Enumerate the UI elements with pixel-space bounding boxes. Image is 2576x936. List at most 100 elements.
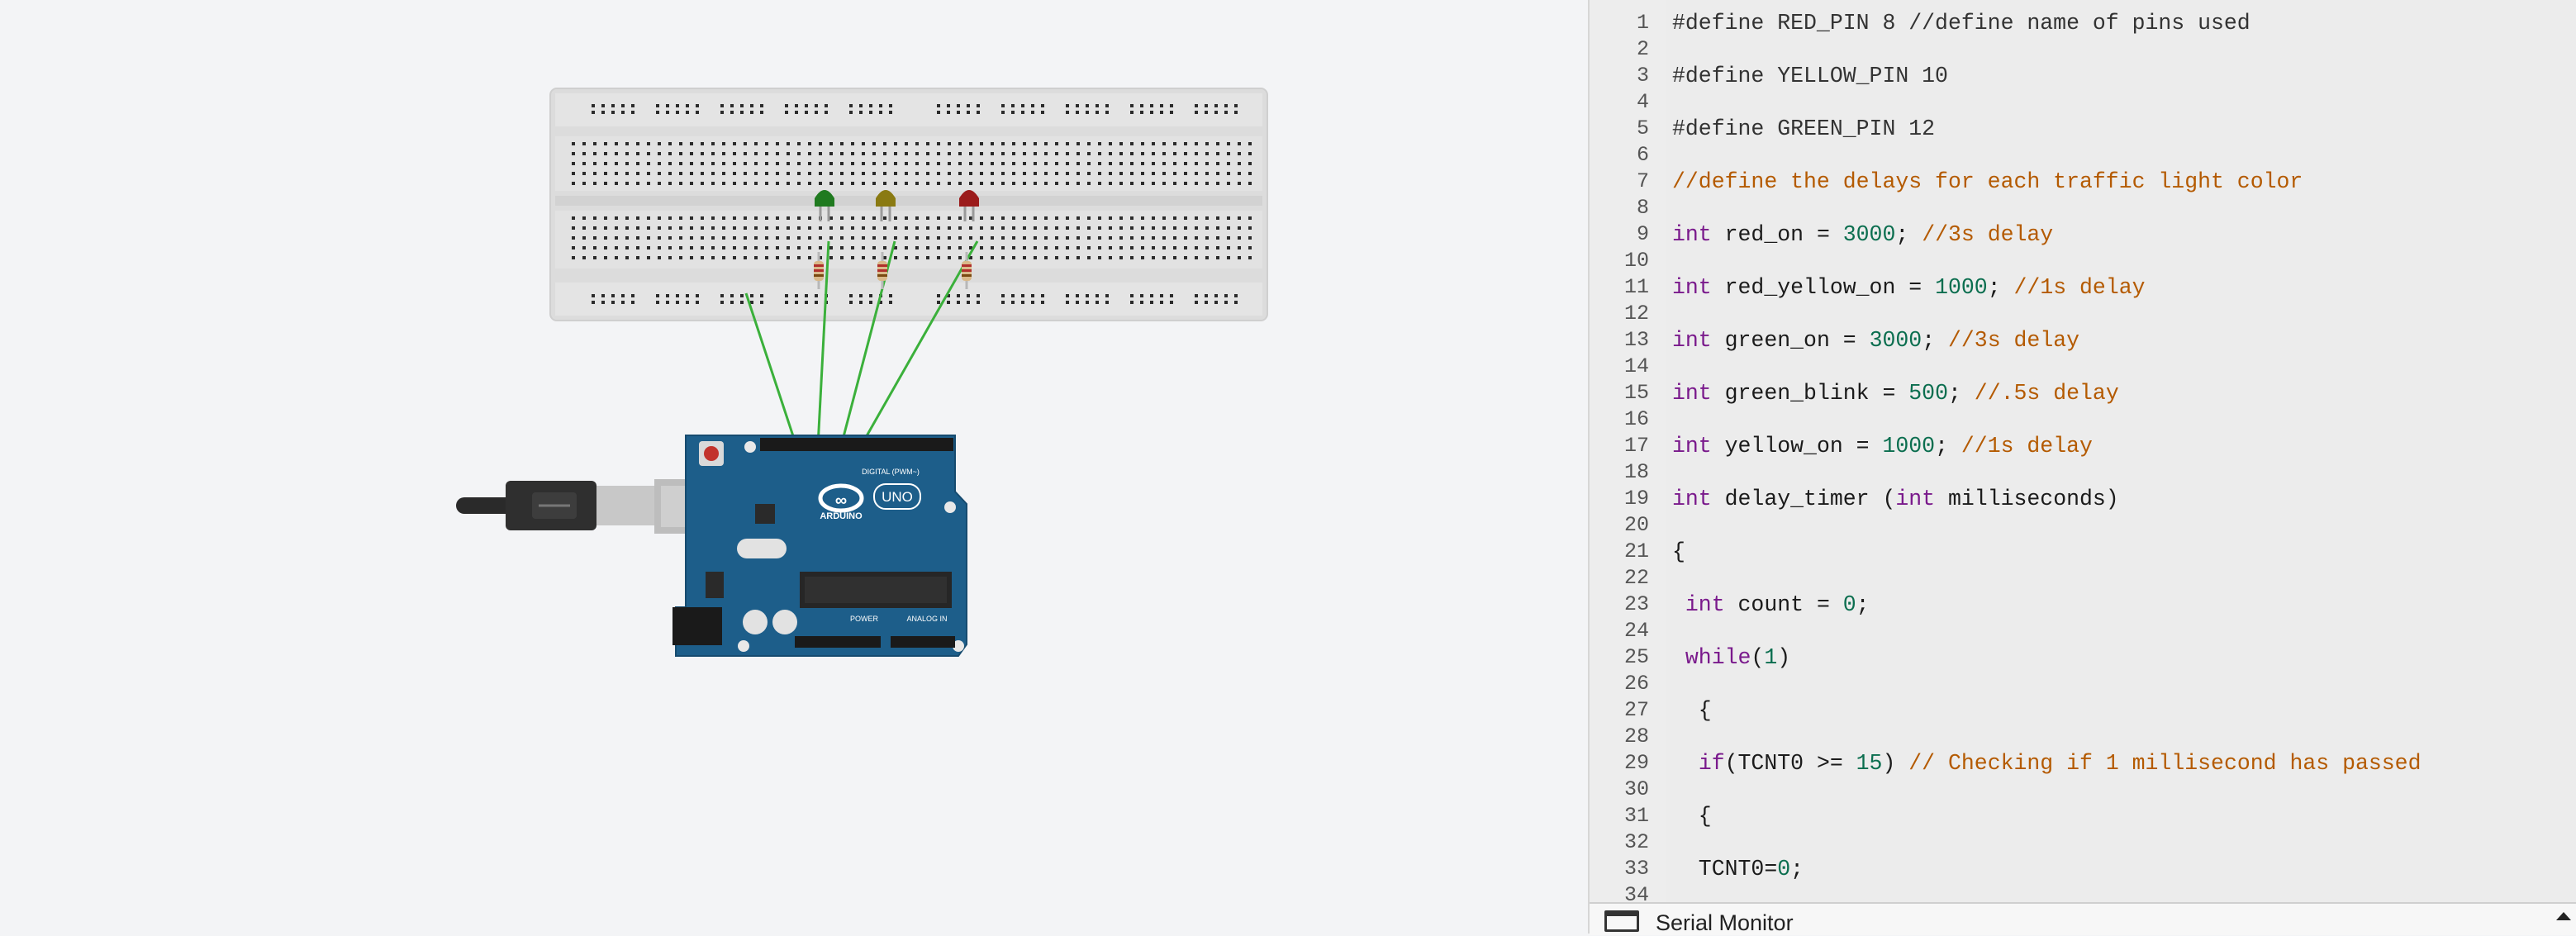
code-line[interactable]: #define GREEN_PIN 12 bbox=[1672, 116, 1935, 142]
code-token: int bbox=[1895, 487, 1936, 511]
code-token: int bbox=[1672, 275, 1712, 300]
serial-monitor-bar[interactable]: Serial Monitor bbox=[1590, 902, 2576, 935]
code-token: 3000 bbox=[1869, 328, 1922, 353]
code-line[interactable]: int delay_timer (int milliseconds) bbox=[1672, 486, 2119, 512]
line-number: 20 bbox=[1623, 513, 1649, 537]
line-number: 27 bbox=[1623, 698, 1649, 722]
code-token: //3s delay bbox=[1948, 328, 2080, 353]
code-token: int bbox=[1672, 222, 1712, 247]
line-number: 16 bbox=[1623, 407, 1649, 431]
code-token: int bbox=[1685, 592, 1725, 617]
line-number: 6 bbox=[1636, 143, 1649, 167]
code-line[interactable]: int count = 0; bbox=[1672, 592, 1870, 618]
code-line[interactable]: #define YELLOW_PIN 10 bbox=[1672, 63, 1948, 89]
code-line[interactable]: int green_on = 3000; //3s delay bbox=[1672, 327, 2079, 354]
code-token: { bbox=[1672, 698, 1712, 723]
line-number: 24 bbox=[1623, 619, 1649, 643]
code-token: int bbox=[1672, 434, 1712, 458]
line-number: 30 bbox=[1623, 777, 1649, 801]
code-token: ) bbox=[1777, 645, 1791, 670]
code-token: //1s delay bbox=[1961, 434, 2093, 458]
code-token: //1s delay bbox=[2013, 275, 2146, 300]
code-line[interactable]: TCNT0=0; bbox=[1672, 856, 1804, 882]
line-number: 22 bbox=[1623, 566, 1649, 590]
code-token: count = bbox=[1724, 592, 1843, 617]
serial-monitor-label[interactable]: Serial Monitor bbox=[1656, 910, 1794, 936]
line-number: 29 bbox=[1623, 751, 1649, 775]
code-token: while bbox=[1685, 645, 1751, 670]
digital-header-label: DIGITAL (PWM~) bbox=[862, 468, 920, 476]
code-token: int bbox=[1672, 381, 1712, 406]
line-number: 28 bbox=[1623, 725, 1649, 748]
line-number: 2 bbox=[1636, 37, 1649, 61]
code-editor[interactable]: 1 2 3 4 5 6 7 8 9 10 11 12 13 14 15 16 17 18 19 20 21 22 23 24 2… bbox=[1588, 0, 2576, 935]
code-line[interactable]: { bbox=[1672, 697, 1712, 724]
code-token: if bbox=[1698, 751, 1725, 776]
code-token: ) bbox=[1882, 751, 1909, 776]
code-token: ; bbox=[1895, 222, 1922, 247]
line-number: 18 bbox=[1623, 460, 1649, 484]
code-token: ; bbox=[1790, 857, 1804, 881]
line-number: 4 bbox=[1636, 90, 1649, 114]
line-number: 9 bbox=[1636, 222, 1649, 246]
line-number: 12 bbox=[1623, 302, 1649, 325]
line-number: 21 bbox=[1623, 539, 1649, 563]
code-token: milliseconds) bbox=[1935, 487, 2119, 511]
line-number: 32 bbox=[1623, 830, 1649, 854]
line-number: 26 bbox=[1623, 672, 1649, 696]
code-token: { bbox=[1672, 804, 1712, 829]
code-token: green_on = bbox=[1711, 328, 1870, 353]
code-token: 1000 bbox=[1935, 275, 1988, 300]
code-line[interactable]: if(TCNT0 >= 15) // Checking if 1 millise… bbox=[1672, 750, 2422, 777]
code-token: // Checking if 1 millisecond has passed bbox=[1908, 751, 2422, 776]
line-number: 11 bbox=[1623, 275, 1649, 299]
code-line[interactable]: int red_yellow_on = 1000; //1s delay bbox=[1672, 274, 2146, 301]
code-line[interactable]: { bbox=[1672, 539, 1685, 565]
power-header-label: POWER bbox=[850, 615, 879, 623]
code-token: ; bbox=[1856, 592, 1870, 617]
code-line[interactable]: { bbox=[1672, 803, 1712, 829]
line-number: 31 bbox=[1623, 804, 1649, 828]
serial-monitor-icon bbox=[1604, 910, 1639, 932]
line-number: 23 bbox=[1623, 592, 1649, 616]
line-number: 3 bbox=[1636, 64, 1649, 88]
code-line[interactable]: while(1) bbox=[1672, 644, 1790, 671]
code-token: red_on = bbox=[1711, 222, 1843, 247]
line-number: 19 bbox=[1623, 487, 1649, 511]
code-token: //define the delays for each traffic lig… bbox=[1672, 169, 2303, 194]
code-token: ; bbox=[1947, 381, 1975, 406]
line-number: 17 bbox=[1623, 434, 1649, 458]
line-number: 1 bbox=[1636, 11, 1649, 35]
svg-text:∞: ∞ bbox=[835, 492, 847, 510]
code-token: ; bbox=[1987, 275, 2014, 300]
line-number: 15 bbox=[1623, 381, 1649, 405]
line-number: 13 bbox=[1623, 328, 1649, 352]
expand-caret-icon[interactable] bbox=[2556, 912, 2571, 920]
line-number-gutter: 1 2 3 4 5 6 7 8 9 10 11 12 13 14 15 16 17 18 19 20 21 22 23 24 2… bbox=[1590, 0, 1666, 907]
line-number: 5 bbox=[1636, 116, 1649, 140]
code-token: 3000 bbox=[1842, 222, 1896, 247]
code-line[interactable]: #define RED_PIN 8 //define name of pins … bbox=[1672, 10, 2250, 36]
code-line[interactable]: int red_on = 3000; //3s delay bbox=[1672, 221, 2053, 248]
code-token: (TCNT0 >= bbox=[1724, 751, 1856, 776]
code-token: //.5s delay bbox=[1974, 381, 2119, 406]
code-token: #define YELLOW_PIN 10 bbox=[1672, 64, 1948, 88]
analog-header-label: ANALOG IN bbox=[906, 615, 947, 623]
code-token: 0 bbox=[1842, 592, 1856, 617]
arduino-board[interactable]: ∞ ARDUINO UNO DIGITAL (PWM~) POWER ANALO… bbox=[673, 435, 967, 657]
code-token: ; bbox=[1922, 328, 1948, 353]
code-token: 0 bbox=[1777, 857, 1791, 881]
code-token: { bbox=[1672, 539, 1685, 564]
line-number: 33 bbox=[1623, 857, 1649, 881]
code-line[interactable]: int yellow_on = 1000; //1s delay bbox=[1672, 433, 2093, 459]
breadboard[interactable] bbox=[549, 88, 1268, 321]
line-number: 10 bbox=[1623, 249, 1649, 273]
code-token: 1 bbox=[1764, 645, 1778, 670]
code-line[interactable]: int green_blink = 500; //.5s delay bbox=[1672, 380, 2119, 406]
board-model-text: UNO bbox=[882, 489, 913, 505]
code-token: #define RED_PIN 8 //define name of pins … bbox=[1672, 11, 2250, 36]
code-token: int bbox=[1672, 328, 1712, 353]
circuit-canvas[interactable]: ∞ ARDUINO UNO DIGITAL (PWM~) POWER ANALO… bbox=[0, 0, 1586, 934]
code-line[interactable]: //define the delays for each traffic lig… bbox=[1672, 169, 2303, 195]
